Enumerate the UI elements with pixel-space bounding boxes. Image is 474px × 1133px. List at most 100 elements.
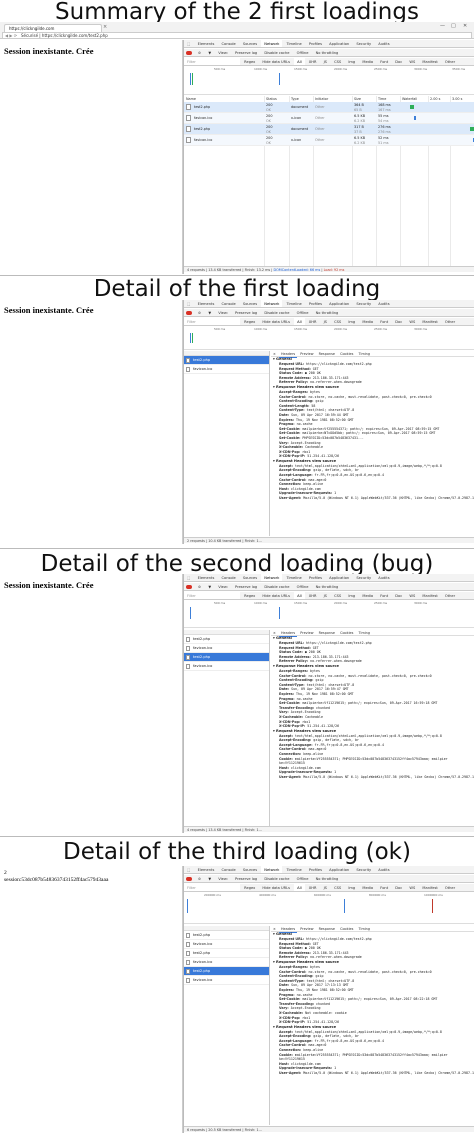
tab-elements[interactable]: Elements bbox=[195, 574, 218, 581]
record-icon[interactable] bbox=[186, 585, 192, 589]
filter-manifest[interactable]: Manifest bbox=[419, 318, 440, 325]
filter-icon[interactable]: ▼ bbox=[205, 875, 214, 882]
regex-checkbox[interactable]: Regex bbox=[241, 58, 258, 65]
tab-console[interactable]: Console bbox=[218, 866, 238, 873]
filter-icon[interactable]: ▼ bbox=[205, 49, 214, 56]
tab-preview[interactable]: Preview bbox=[298, 926, 315, 932]
disable-cache-checkbox[interactable]: Disable cache bbox=[261, 875, 292, 882]
tab-profiles[interactable]: Profiles bbox=[306, 866, 325, 873]
hide-data-urls-checkbox[interactable]: Hide data URLs bbox=[259, 318, 293, 325]
disable-cache-checkbox[interactable]: Disable cache bbox=[261, 49, 292, 56]
tab-response[interactable]: Response bbox=[317, 351, 337, 357]
tab-cookies[interactable]: Cookies bbox=[338, 926, 355, 932]
tab-elements[interactable]: Elements bbox=[195, 300, 218, 307]
filter-other[interactable]: Other bbox=[442, 592, 458, 599]
filter-css[interactable]: CSS bbox=[331, 592, 344, 599]
hide-data-urls-checkbox[interactable]: Hide data URLs bbox=[259, 592, 293, 599]
filter-media[interactable]: Media bbox=[359, 884, 376, 891]
filter-css[interactable]: CSS bbox=[331, 318, 344, 325]
preserve-log-checkbox[interactable]: Preserve log bbox=[232, 875, 260, 882]
list-item[interactable]: test2.php bbox=[184, 949, 269, 958]
tab-sources[interactable]: Sources bbox=[240, 866, 260, 873]
tab-application[interactable]: Application bbox=[326, 300, 352, 307]
list-item[interactable]: test2.php bbox=[184, 653, 269, 662]
tab-security[interactable]: Security bbox=[353, 300, 374, 307]
clear-icon[interactable]: ⊘ bbox=[195, 583, 204, 590]
tab-audits[interactable]: Audits bbox=[375, 300, 392, 307]
filter-all[interactable]: All bbox=[294, 58, 305, 65]
record-icon[interactable] bbox=[186, 311, 192, 315]
filter-input[interactable]: Filter bbox=[184, 58, 240, 65]
filter-xhr[interactable]: XHR bbox=[306, 58, 320, 65]
table-row[interactable]: favicon.ico 200 OK x-icon Other 6.5 KB 6.2… bbox=[184, 135, 474, 146]
clear-icon[interactable]: ⊘ bbox=[195, 309, 204, 316]
tab-network[interactable]: Network bbox=[261, 300, 283, 307]
filter-doc[interactable]: Doc bbox=[392, 58, 405, 65]
filter-js[interactable]: JS bbox=[321, 592, 330, 599]
tab-network[interactable]: Network bbox=[261, 866, 283, 873]
filter-ws[interactable]: WS bbox=[406, 884, 418, 891]
throttling-select[interactable]: No throttling bbox=[313, 49, 342, 56]
tab-timeline[interactable]: Timeline bbox=[283, 866, 304, 873]
tab-console[interactable]: Console bbox=[218, 300, 238, 307]
preserve-log-checkbox[interactable]: Preserve log bbox=[232, 49, 260, 56]
tab-response[interactable]: Response bbox=[317, 630, 337, 636]
list-item[interactable]: favicon.ico bbox=[184, 365, 269, 374]
list-item[interactable]: test2.php bbox=[184, 356, 269, 365]
hide-data-urls-checkbox[interactable]: Hide data URLs bbox=[259, 884, 293, 891]
regex-checkbox[interactable]: Regex bbox=[241, 884, 258, 891]
table-row[interactable]: favicon.ico 200 OK x-icon Other 6.5 KB 6.2… bbox=[184, 113, 474, 124]
offline-checkbox[interactable]: Offline bbox=[294, 49, 312, 56]
inspect-icon[interactable]: ⬚ bbox=[184, 866, 193, 873]
filter-css[interactable]: CSS bbox=[331, 884, 344, 891]
filter-js[interactable]: JS bbox=[321, 58, 330, 65]
filter-manifest[interactable]: Manifest bbox=[419, 884, 440, 891]
filter-xhr[interactable]: XHR bbox=[306, 318, 320, 325]
filter-input[interactable]: Filter bbox=[184, 318, 240, 325]
tab-audits[interactable]: Audits bbox=[375, 866, 392, 873]
filter-img[interactable]: Img bbox=[345, 592, 358, 599]
table-row[interactable]: test2.php 200 OK document Other 317 B 37 B… bbox=[184, 124, 474, 135]
list-item[interactable]: test2.php bbox=[184, 967, 269, 976]
tab-cookies[interactable]: Cookies bbox=[338, 630, 355, 636]
filter-doc[interactable]: Doc bbox=[392, 318, 405, 325]
tab-elements[interactable]: Elements bbox=[195, 866, 218, 873]
filter-other[interactable]: Other bbox=[442, 318, 458, 325]
filter-xhr[interactable]: XHR bbox=[306, 592, 320, 599]
filter-other[interactable]: Other bbox=[442, 58, 458, 65]
tab-timeline[interactable]: Timeline bbox=[283, 574, 304, 581]
tab-application[interactable]: Application bbox=[326, 866, 352, 873]
tab-response[interactable]: Response bbox=[317, 926, 337, 932]
filter-all[interactable]: All bbox=[294, 884, 305, 891]
filter-all[interactable]: All bbox=[294, 318, 305, 325]
offline-checkbox[interactable]: Offline bbox=[294, 583, 312, 590]
tab-application[interactable]: Application bbox=[326, 574, 352, 581]
tab-network[interactable]: Network bbox=[261, 574, 283, 581]
tab-timing[interactable]: Timing bbox=[357, 351, 372, 357]
tab-audits[interactable]: Audits bbox=[375, 40, 392, 47]
tab-sources[interactable]: Sources bbox=[240, 300, 260, 307]
clear-icon[interactable]: ⊘ bbox=[195, 49, 204, 56]
filter-media[interactable]: Media bbox=[359, 592, 376, 599]
filter-img[interactable]: Img bbox=[345, 884, 358, 891]
filter-js[interactable]: JS bbox=[321, 318, 330, 325]
list-item[interactable]: test2.php bbox=[184, 931, 269, 940]
filter-doc[interactable]: Doc bbox=[392, 592, 405, 599]
tab-audits[interactable]: Audits bbox=[375, 574, 392, 581]
throttling-select[interactable]: No throttling bbox=[313, 583, 342, 590]
record-icon[interactable] bbox=[186, 51, 192, 55]
offline-checkbox[interactable]: Offline bbox=[294, 875, 312, 882]
tab-profiles[interactable]: Profiles bbox=[306, 574, 325, 581]
browser-tab[interactable]: https://clickngilde.com bbox=[4, 24, 102, 32]
filter-img[interactable]: Img bbox=[345, 58, 358, 65]
hide-data-urls-checkbox[interactable]: Hide data URLs bbox=[259, 58, 293, 65]
back-forward-icon[interactable]: ◀ ▶ ⟳ bbox=[5, 33, 17, 38]
regex-checkbox[interactable]: Regex bbox=[241, 592, 258, 599]
preserve-log-checkbox[interactable]: Preserve log bbox=[232, 309, 260, 316]
regex-checkbox[interactable]: Regex bbox=[241, 318, 258, 325]
filter-ws[interactable]: WS bbox=[406, 58, 418, 65]
filter-font[interactable]: Font bbox=[377, 884, 391, 891]
tab-profiles[interactable]: Profiles bbox=[306, 300, 325, 307]
inspect-icon[interactable]: ⬚ bbox=[184, 300, 193, 307]
filter-font[interactable]: Font bbox=[377, 58, 391, 65]
